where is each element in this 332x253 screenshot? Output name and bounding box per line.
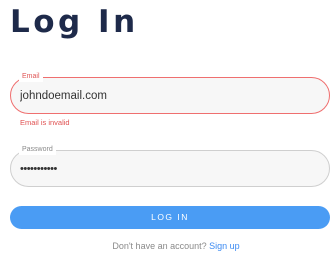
- login-button[interactable]: LOG IN: [10, 206, 330, 229]
- email-field[interactable]: Email: [10, 72, 330, 114]
- email-input[interactable]: [20, 87, 310, 104]
- password-field[interactable]: Password: [10, 145, 330, 187]
- page-title: Log In: [10, 4, 139, 40]
- email-error-message: Email is invalid: [20, 118, 70, 127]
- signup-prompt-text: Don't have an account?: [112, 241, 207, 251]
- password-input[interactable]: [20, 160, 310, 177]
- password-label: Password: [19, 145, 56, 155]
- signup-prompt: Don't have an account? Sign up: [10, 241, 332, 251]
- email-label: Email: [19, 72, 43, 82]
- signup-link[interactable]: Sign up: [209, 241, 240, 251]
